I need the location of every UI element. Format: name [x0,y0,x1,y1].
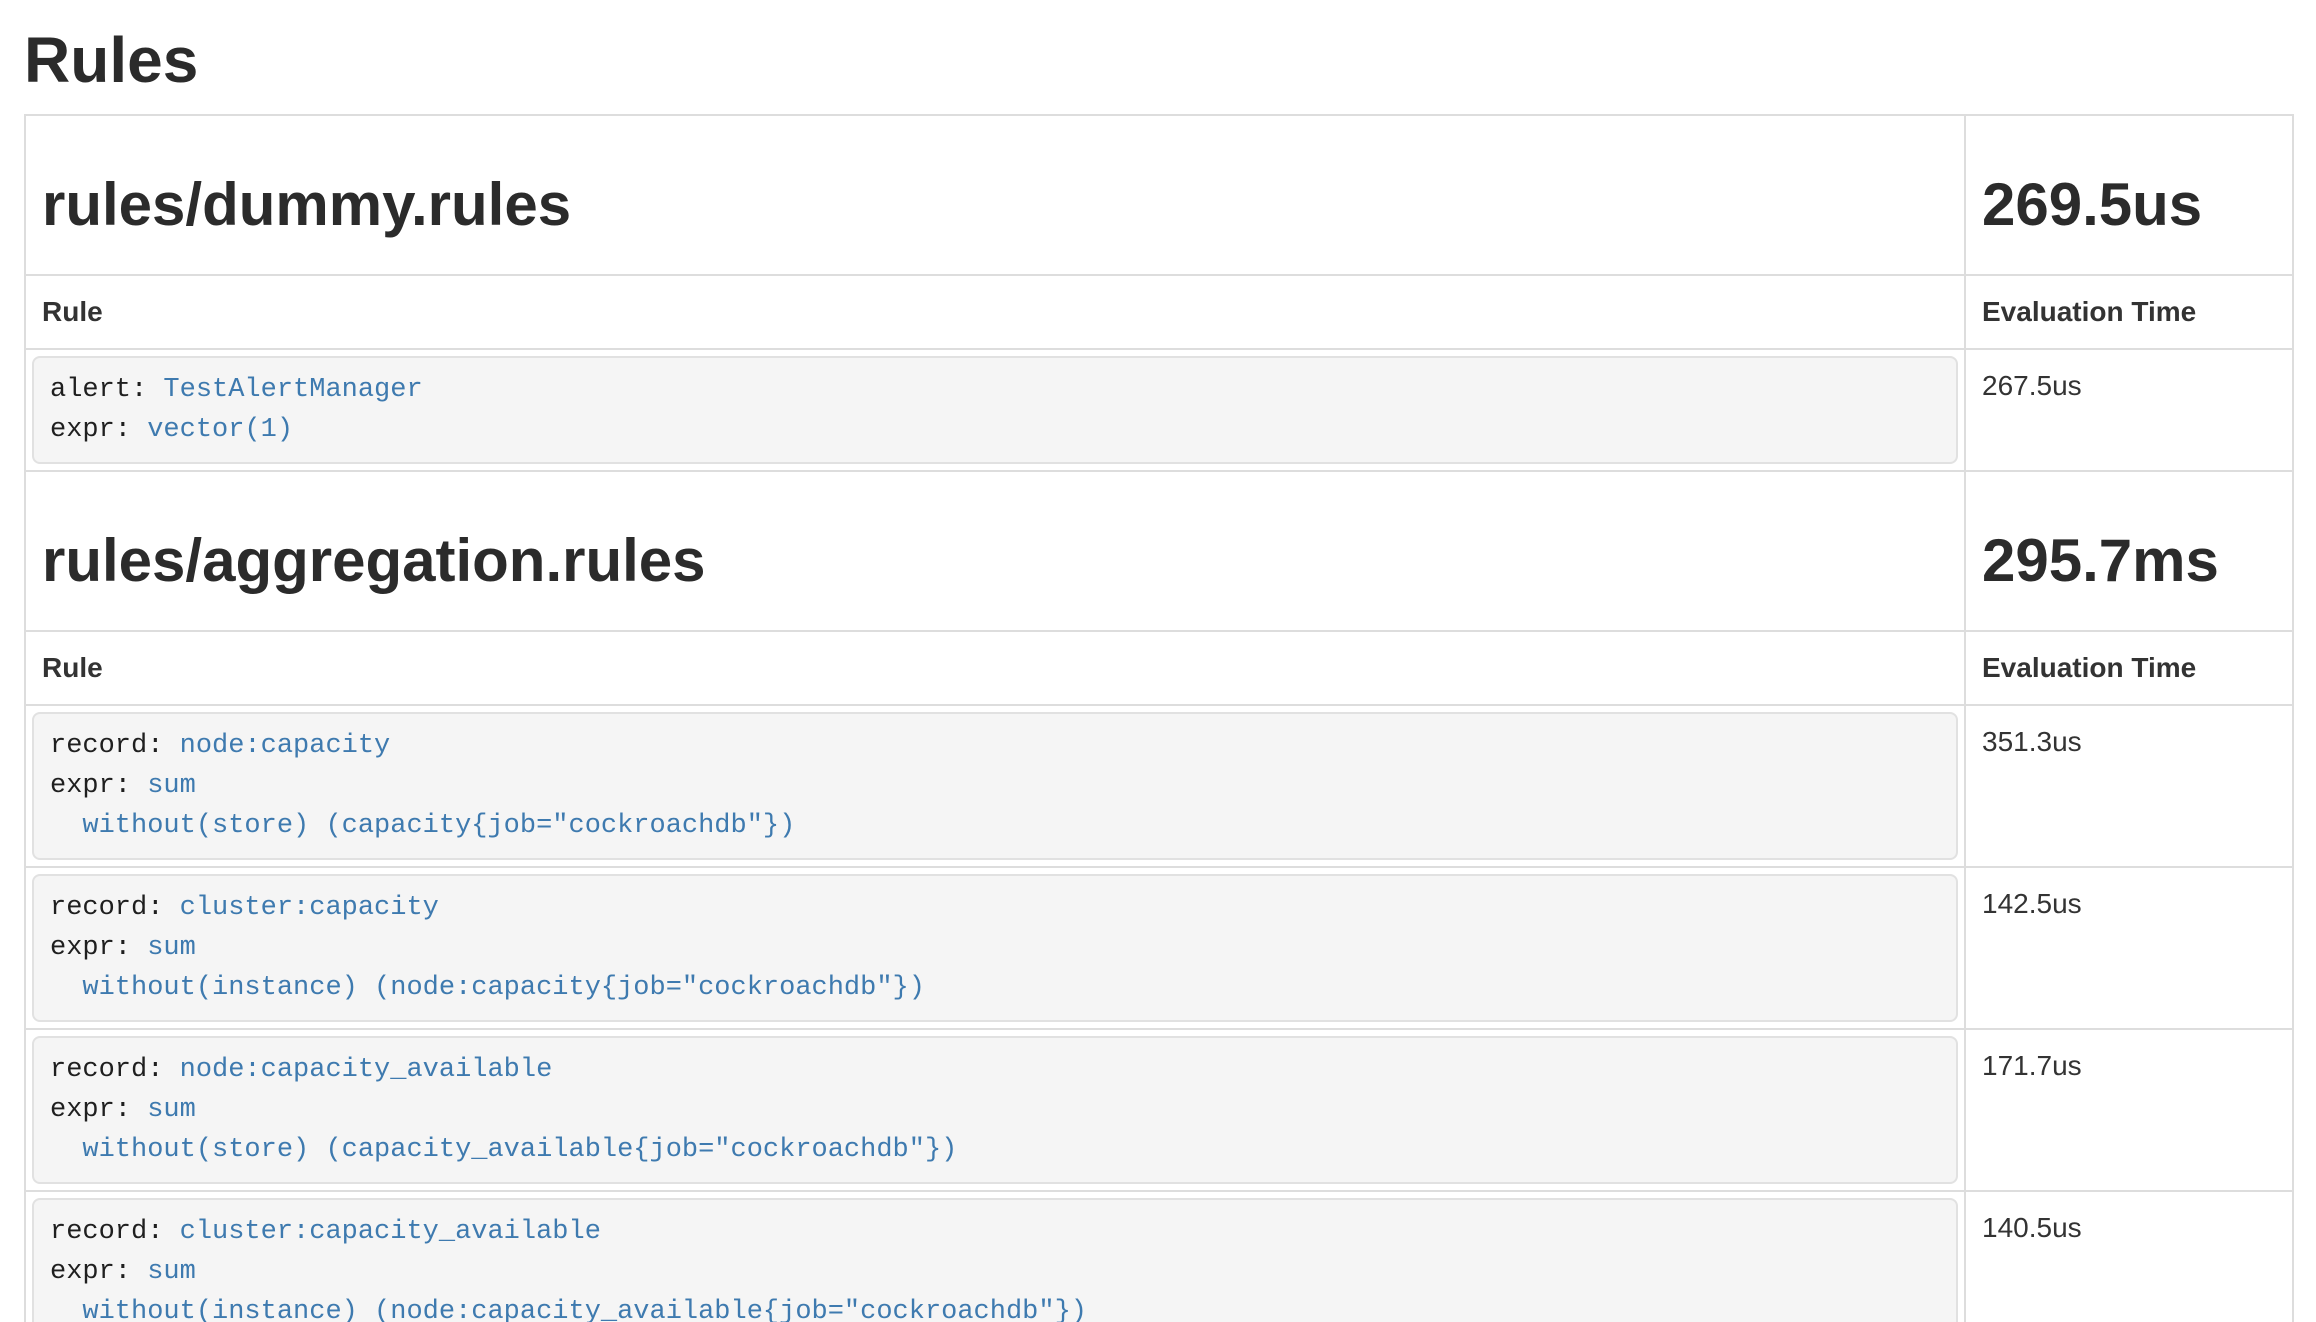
rule-pre: alert: TestAlertManager expr: vector(1) [32,356,1958,464]
group-eval-time: 295.7ms [1982,528,2276,594]
rule-keyword [50,811,82,841]
rule-keyword: expr: [50,771,147,801]
rule-keyword [50,1297,82,1322]
rule-keyword [50,1135,82,1165]
rule-keyword: expr: [50,1257,147,1287]
column-header-row: RuleEvaluation Time [25,275,2293,349]
page-title: Rules [24,24,2292,96]
rule-link[interactable]: without(instance) (node:capacity_availab… [82,1297,1087,1322]
rule-keyword: record: [50,1055,180,1085]
eval-time-col-header: Evaluation Time [1965,275,2293,349]
group-file-cell: rules/aggregation.rules [25,471,1965,631]
rule-row: alert: TestAlertManager expr: vector(1)2… [25,349,2293,471]
rule-keyword: record: [50,731,180,761]
rule-link[interactable]: node:capacity_available [180,1055,553,1085]
column-header-row: RuleEvaluation Time [25,631,2293,705]
rule-row: record: cluster:capacity expr: sum witho… [25,867,2293,1029]
rule-link[interactable]: sum [147,1257,196,1287]
rule-eval-time: 140.5us [1965,1191,2293,1322]
rule-definition-cell: record: cluster:capacity expr: sum witho… [25,867,1965,1029]
rule-pre: record: cluster:capacity_available expr:… [32,1198,1958,1322]
rule-keyword: alert: [50,375,163,405]
group-eval-time-cell: 295.7ms [1965,471,2293,631]
rule-eval-time: 142.5us [1965,867,2293,1029]
rule-link[interactable]: sum [147,933,196,963]
rule-group-row: rules/dummy.rules 269.5us [25,115,2293,275]
rule-link[interactable]: cluster:capacity [180,893,439,923]
group-file-heading: rules/aggregation.rules [42,528,1948,594]
rule-pre: record: node:capacity_available expr: su… [32,1036,1958,1184]
rule-keyword: expr: [50,933,147,963]
rule-definition-cell: record: cluster:capacity_available expr:… [25,1191,1965,1322]
rule-eval-time: 267.5us [1965,349,2293,471]
rule-keyword: record: [50,1217,180,1247]
rule-keyword: record: [50,893,180,923]
group-eval-time: 269.5us [1982,172,2276,238]
rule-pre: record: cluster:capacity expr: sum witho… [32,874,1958,1022]
rule-group-row: rules/aggregation.rules 295.7ms [25,471,2293,631]
rule-definition-cell: record: node:capacity expr: sum without(… [25,705,1965,867]
rule-definition-cell: record: node:capacity_available expr: su… [25,1029,1965,1191]
rule-eval-time: 351.3us [1965,705,2293,867]
rule-link[interactable]: without(store) (capacity_available{job="… [82,1135,957,1165]
rule-link[interactable]: sum [147,1095,196,1125]
rule-link[interactable]: without(instance) (node:capacity{job="co… [82,973,925,1003]
group-file-cell: rules/dummy.rules [25,115,1965,275]
eval-time-col-header: Evaluation Time [1965,631,2293,705]
rule-col-header: Rule [25,275,1965,349]
rule-link[interactable]: cluster:capacity_available [180,1217,601,1247]
rule-link[interactable]: TestAlertManager [163,375,422,405]
rule-link[interactable]: vector(1) [147,415,293,445]
rule-row: record: cluster:capacity_available expr:… [25,1191,2293,1322]
group-file-heading: rules/dummy.rules [42,172,1948,238]
rule-link[interactable]: sum [147,771,196,801]
rule-col-header: Rule [25,631,1965,705]
rule-link[interactable]: node:capacity [180,731,391,761]
rule-keyword: expr: [50,1095,147,1125]
rule-eval-time: 171.7us [1965,1029,2293,1191]
rule-pre: record: node:capacity expr: sum without(… [32,712,1958,860]
rule-keyword [50,973,82,1003]
rule-definition-cell: alert: TestAlertManager expr: vector(1) [25,349,1965,471]
rule-row: record: node:capacity_available expr: su… [25,1029,2293,1191]
rule-link[interactable]: without(store) (capacity{job="cockroachd… [82,811,795,841]
rule-keyword: expr: [50,415,147,445]
rules-table: rules/dummy.rules269.5usRuleEvaluation T… [24,114,2294,1322]
group-eval-time-cell: 269.5us [1965,115,2293,275]
rule-row: record: node:capacity expr: sum without(… [25,705,2293,867]
